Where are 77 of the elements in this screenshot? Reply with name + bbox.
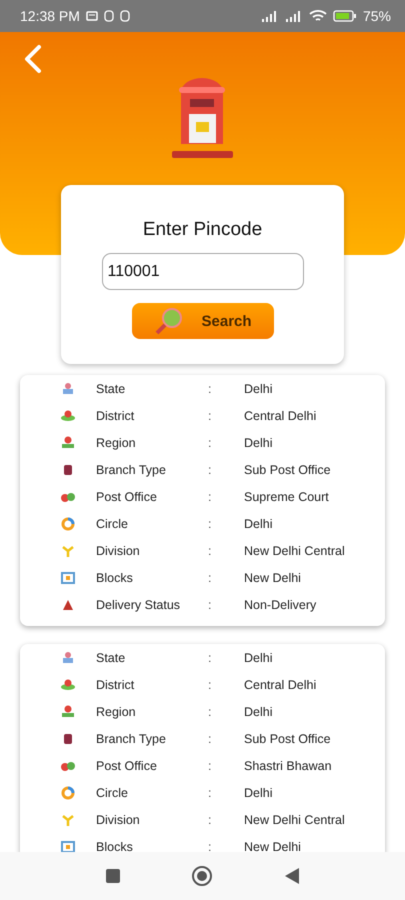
field-label: Circle [96, 516, 129, 530]
field-value: Delhi [244, 382, 274, 396]
field-label: Region [96, 704, 137, 718]
battery-icon [332, 10, 357, 22]
field-value: Delhi [244, 436, 274, 450]
field-icon [60, 570, 76, 586]
field-label: Blocks [96, 840, 134, 852]
field-value: Delhi [244, 786, 274, 800]
signal-icon [284, 10, 303, 22]
field-label: State [96, 382, 126, 396]
signal-icon [260, 10, 279, 22]
field-separator: : [208, 678, 212, 692]
square-icon [105, 868, 122, 884]
search-button[interactable]: Search [132, 303, 274, 339]
wifi-icon [308, 9, 327, 23]
app-icon [104, 10, 114, 22]
field-label: Division [96, 812, 141, 826]
field-value: Central Delhi [244, 408, 318, 422]
field-separator: : [208, 544, 212, 558]
field-label: Branch Type [96, 462, 167, 476]
field-label: Post Office [96, 758, 158, 772]
field-icon [60, 784, 76, 800]
field-value: New Delhi Central [244, 544, 346, 558]
field-label: Blocks [96, 570, 134, 584]
field-separator: : [208, 462, 212, 476]
field-value: Sub Post Office [244, 732, 332, 746]
field-value: Shastri Bhawan [244, 758, 333, 772]
field-label: Post Office [96, 490, 158, 504]
field-value: Central Delhi [244, 678, 318, 692]
field-separator: : [208, 812, 212, 826]
field-label: District [96, 408, 136, 422]
status-time: 12:38 PM [20, 8, 80, 24]
field-icon [60, 650, 76, 666]
field-label: Delivery Status [96, 598, 182, 612]
field-separator: : [208, 598, 212, 612]
field-icon [60, 676, 76, 692]
field-separator: : [208, 516, 212, 530]
field-separator: : [208, 786, 212, 800]
field-icon [60, 380, 76, 396]
field-icon [60, 434, 76, 450]
field-label: Division [96, 544, 141, 558]
field-separator: : [208, 570, 212, 584]
magnifier-icon [154, 307, 184, 335]
circle-icon [191, 865, 214, 887]
field-icon [60, 704, 76, 720]
card-title: Enter Pincode [142, 219, 262, 241]
field-separator: : [208, 732, 212, 746]
field-separator: : [208, 704, 212, 718]
field-value: New Delhi [244, 570, 302, 584]
field-value: Delhi [244, 516, 274, 530]
field-label: District [96, 678, 136, 692]
field-separator: : [208, 840, 212, 852]
field-icon [60, 838, 76, 852]
battery-percent: 75% [362, 8, 391, 24]
field-separator: : [208, 650, 212, 664]
field-separator: : [208, 436, 212, 450]
field-value: New Delhi [244, 840, 302, 852]
field-label: State [96, 650, 126, 664]
field-separator: : [208, 382, 212, 396]
field-label: Branch Type [96, 732, 167, 746]
field-separator: : [208, 490, 212, 504]
field-value: Delhi [244, 704, 274, 718]
field-label: Circle [96, 786, 129, 800]
field-label: Region [96, 436, 137, 450]
triangle-icon [284, 867, 300, 885]
field-separator: : [208, 758, 212, 772]
field-value: Supreme Court [244, 490, 330, 504]
field-value: New Delhi Central [244, 812, 346, 826]
field-separator: : [208, 408, 212, 422]
pincode-field[interactable]: 110001 [102, 253, 304, 290]
field-value: Sub Post Office [244, 462, 332, 476]
notification-icon [86, 11, 98, 21]
field-value: Non-Delivery [244, 598, 318, 612]
field-value: Delhi [244, 650, 274, 664]
field-icon [60, 516, 76, 532]
app-icon [120, 10, 130, 22]
field-icon [60, 408, 76, 424]
